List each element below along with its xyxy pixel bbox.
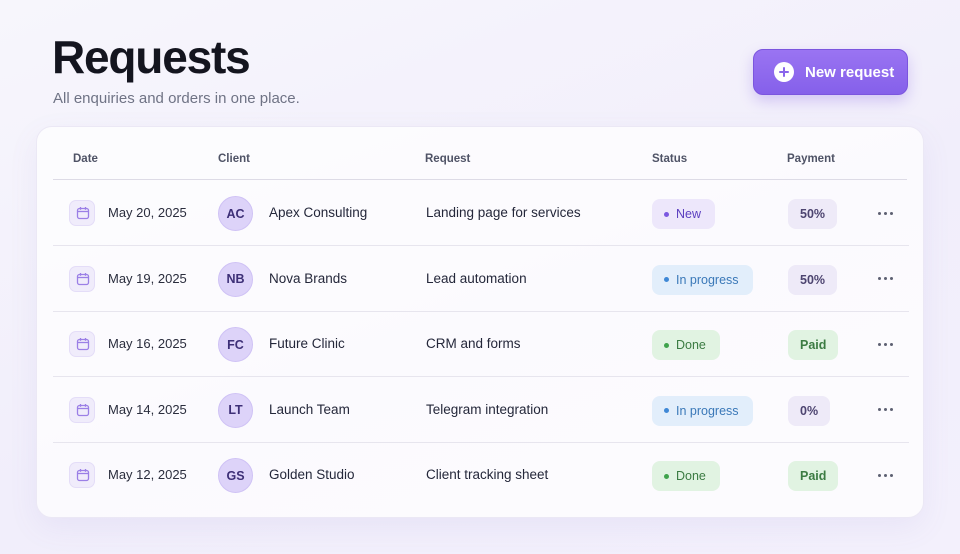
calendar-icon	[69, 396, 95, 423]
more-actions-icon[interactable]	[873, 202, 897, 224]
client-avatar: LT	[218, 392, 253, 428]
client-name[interactable]: Nova Brands	[269, 271, 347, 286]
request-title[interactable]: Client tracking sheet	[426, 467, 548, 482]
row-date: May 19, 2025	[108, 270, 187, 286]
client-name[interactable]: Launch Team	[269, 402, 350, 417]
table-row[interactable]: May 20, 2025 AC Apex Consulting Landing pag…	[53, 180, 909, 246]
client-name[interactable]: Future Clinic	[269, 336, 345, 351]
row-date: May 16, 2025	[108, 336, 187, 351]
request-title[interactable]: CRM and forms	[426, 336, 521, 351]
request-title[interactable]: Landing page for services	[426, 205, 581, 220]
calendar-icon	[69, 265, 95, 292]
row-date: May 12, 2025	[108, 467, 187, 482]
status-dot-icon	[664, 342, 669, 348]
payment-badge: 0%	[788, 395, 831, 426]
requests-table: Date Client Request Status Payment May 2…	[36, 126, 924, 518]
table-header: Date Client Request Status Payment	[53, 127, 907, 180]
status-label: New	[676, 207, 702, 221]
status-dot-icon	[664, 277, 669, 282]
payment-badge: Paid	[788, 461, 839, 491]
column-header-client[interactable]: Client	[218, 153, 250, 165]
table-row[interactable]: May 19, 2025 NB Nova Brands Lead automation…	[53, 246, 909, 312]
client-name[interactable]: Apex Consulting	[269, 205, 367, 220]
column-header-payment[interactable]: Payment	[787, 153, 835, 165]
more-actions-icon[interactable]	[873, 333, 897, 355]
page-subtitle: All enquiries and orders in one place.	[53, 90, 300, 107]
more-actions-icon[interactable]	[873, 268, 897, 290]
table-row[interactable]: May 16, 2025 FC Future Clinic CRM and forms…	[53, 311, 909, 377]
new-request-button[interactable]: New request	[753, 49, 908, 95]
column-header-date[interactable]: Date	[73, 153, 98, 165]
table-row[interactable]: May 12, 2025 GS Golden Studio Client tracki…	[53, 442, 909, 508]
status-dot-icon	[664, 408, 669, 413]
client-avatar: NB	[218, 261, 253, 297]
client-avatar: FC	[218, 327, 253, 362]
row-date: May 20, 2025	[108, 205, 187, 220]
status-badge: In progress	[652, 395, 753, 426]
calendar-icon	[69, 200, 95, 226]
status-badge: In progress	[652, 264, 753, 295]
client-name[interactable]: Golden Studio	[269, 467, 355, 482]
payment-badge: 50%	[788, 199, 838, 229]
status-badge: Done	[652, 461, 720, 491]
plus-circle-icon	[774, 62, 794, 82]
more-actions-icon[interactable]	[873, 399, 897, 421]
client-avatar: AC	[218, 196, 253, 231]
table-row[interactable]: May 14, 2025 LT Launch Team Telegram integr…	[53, 377, 909, 443]
column-header-request[interactable]: Request	[425, 153, 470, 165]
new-request-label: New request	[805, 63, 895, 81]
page-title: Requests	[52, 31, 251, 83]
status-dot-icon	[664, 211, 669, 217]
column-header-status[interactable]: Status	[652, 153, 687, 165]
request-title[interactable]: Telegram integration	[426, 402, 548, 417]
status-badge: New	[652, 199, 716, 229]
status-label: In progress	[676, 403, 739, 418]
status-label: In progress	[676, 272, 739, 287]
client-avatar: GS	[218, 458, 253, 493]
status-label: Done	[676, 469, 706, 483]
status-badge: Done	[652, 330, 720, 360]
payment-badge: Paid	[788, 330, 839, 360]
status-dot-icon	[664, 473, 669, 479]
calendar-icon	[69, 331, 95, 357]
more-actions-icon[interactable]	[873, 464, 897, 486]
request-title[interactable]: Lead automation	[426, 271, 527, 286]
calendar-icon	[69, 462, 95, 488]
payment-badge: 50%	[788, 264, 838, 295]
row-date: May 14, 2025	[108, 401, 187, 417]
status-label: Done	[676, 338, 706, 352]
